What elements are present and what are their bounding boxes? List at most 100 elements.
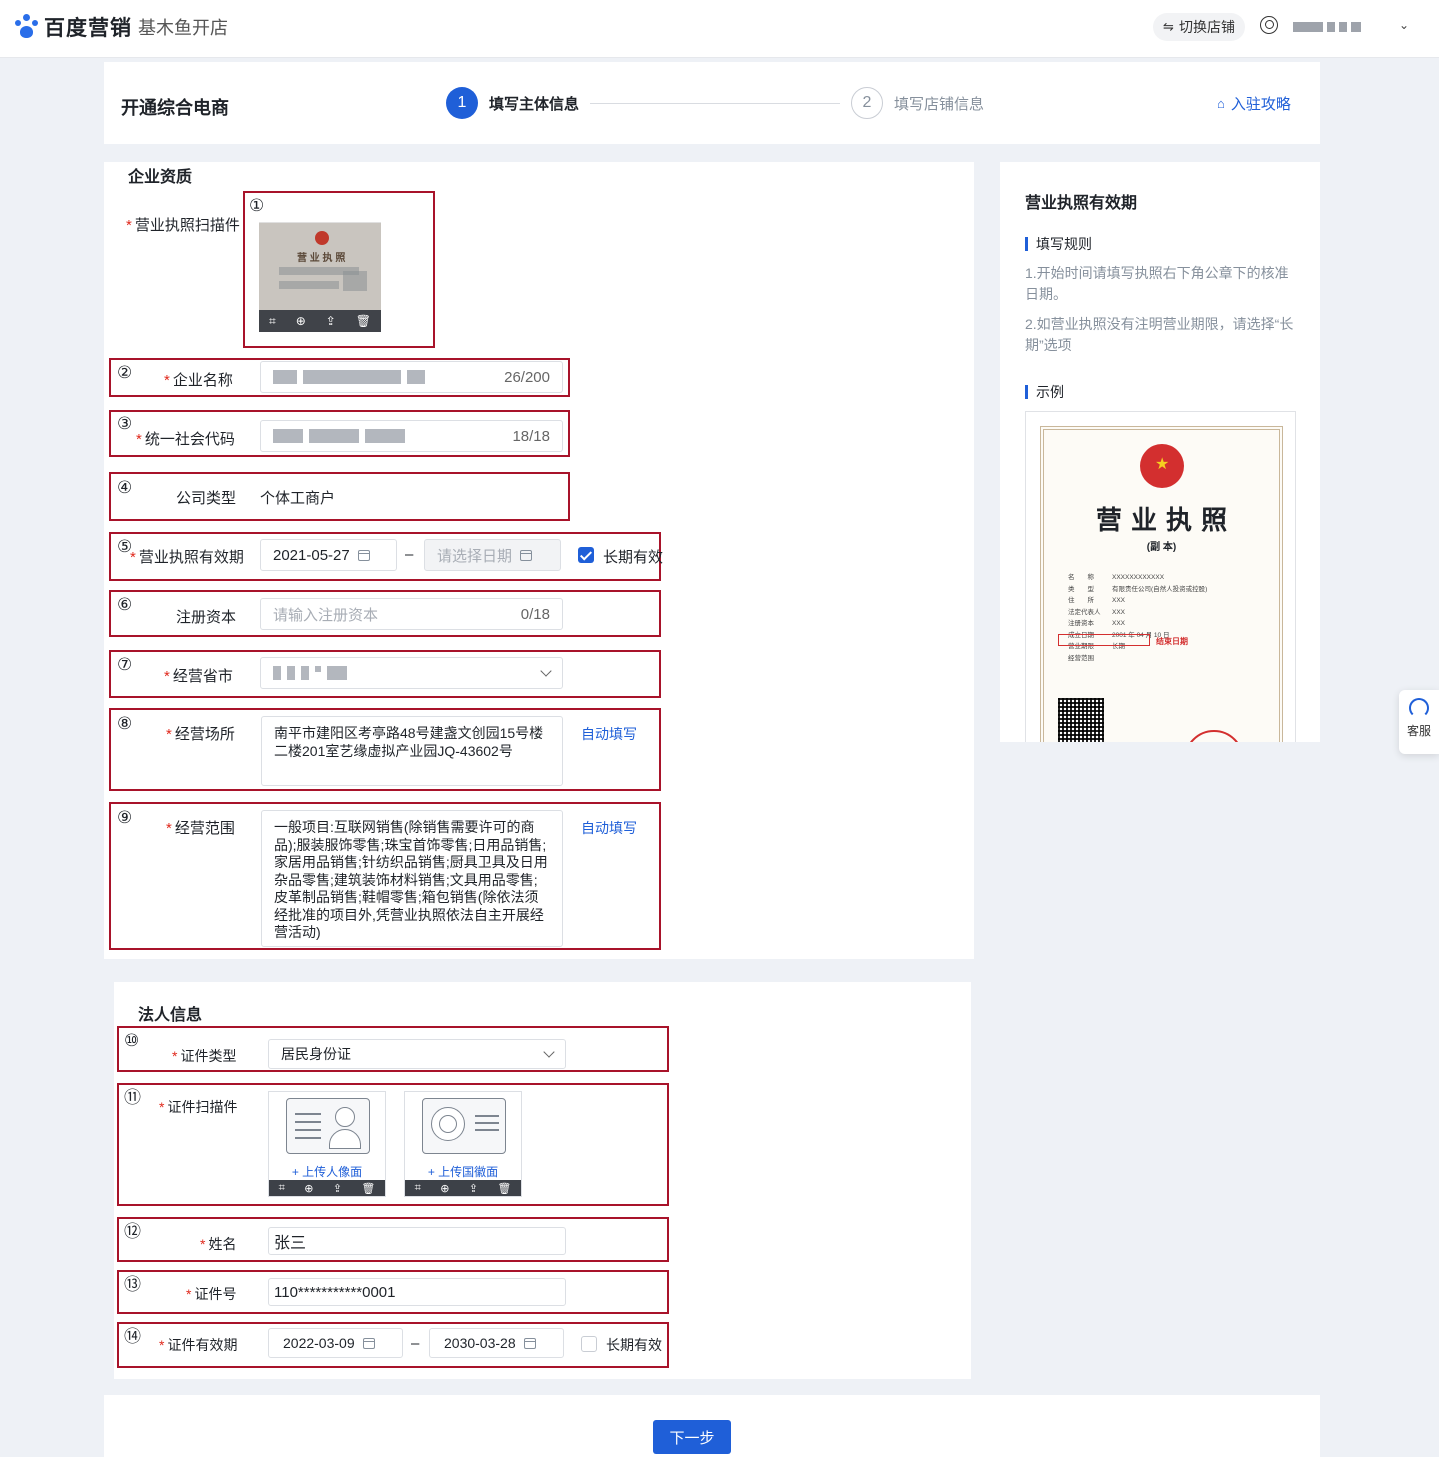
scope-auto-fill-link[interactable]: 自动填写 xyxy=(581,818,637,838)
chevron-down-icon xyxy=(543,1046,555,1058)
national-emblem-icon xyxy=(315,231,329,245)
id-start-date: 2022-03-09 xyxy=(283,1335,355,1351)
license-end-date-input[interactable]: 请选择日期 xyxy=(424,539,561,571)
scope-label: * 经营范围 xyxy=(166,820,235,837)
delete-icon[interactable]: 🗑 xyxy=(361,1182,375,1195)
zoom-in-icon[interactable]: ⊕ xyxy=(304,1182,313,1195)
annotation-number-7: ⑦ xyxy=(117,655,133,674)
province-select[interactable] xyxy=(260,657,563,689)
user-icon[interactable] xyxy=(1260,16,1278,34)
paw-logo-icon xyxy=(14,14,40,40)
scope-textarea[interactable]: 一般项目:互联网销售(除销售需要许可的商品);服装服饰零售;珠宝首饰零售;日用品… xyxy=(261,810,563,947)
guide-title: 营业执照有效期 xyxy=(1025,195,1138,212)
sample-field-key: 经营范围 xyxy=(1068,654,1094,662)
date-separator: – xyxy=(405,546,414,563)
id-back-upload[interactable]: + 上传国徽面 ⌗ ⊕ ⇪ 🗑 xyxy=(404,1091,522,1197)
company-type-value: 个体工商户 xyxy=(260,490,336,507)
id-front-upload[interactable]: + 上传人像面 ⌗ ⊕ ⇪ 🗑 xyxy=(268,1091,386,1197)
customer-service-label: 客服 xyxy=(1406,724,1431,738)
customer-service-button[interactable]: 客服 xyxy=(1399,690,1439,754)
delete-icon[interactable]: 🗑 xyxy=(497,1182,511,1195)
calendar-icon xyxy=(520,549,533,561)
id-number-input[interactable]: 110***********0001 xyxy=(268,1278,566,1306)
sample-field-key: 名 称 xyxy=(1068,574,1094,581)
license-thumbnail[interactable]: 营 业 执 照 ⌗ ⊕ ⇪ 🗑 xyxy=(259,222,381,332)
legal-section-title: 法人信息 xyxy=(138,1007,203,1024)
sample-end-date-note: 结束日期 xyxy=(1156,637,1188,646)
step-2-indicator: 2 xyxy=(851,87,883,119)
calendar-icon xyxy=(523,1337,536,1349)
name-label: * 姓名 xyxy=(200,1236,237,1252)
credit-code-input[interactable]: 18/18 xyxy=(260,420,563,452)
license-start-date-input[interactable]: 2021-05-27 xyxy=(260,539,397,571)
next-step-button[interactable]: 下一步 xyxy=(653,1420,731,1454)
upload-icon[interactable]: ⇪ xyxy=(469,1182,478,1195)
address-auto-fill-link[interactable]: 自动填写 xyxy=(581,724,637,744)
baidu-marketing-logo[interactable]: 百度营销 基木鱼开店 xyxy=(14,12,228,42)
delete-icon[interactable]: 🗑 xyxy=(356,314,371,328)
annotation-number-10: ⑩ xyxy=(124,1031,140,1050)
id-type-label: * 证件类型 xyxy=(172,1048,237,1064)
company-type-label: 公司类型 xyxy=(176,490,237,507)
graduation-cap-icon: ⌂ xyxy=(1217,96,1225,111)
name-input[interactable]: 张三 xyxy=(268,1227,566,1255)
annotation-number-2: ② xyxy=(117,363,133,382)
capital-input[interactable]: 请输入注册资本 0/18 xyxy=(260,598,563,630)
headset-icon xyxy=(1409,698,1429,718)
address-textarea[interactable]: 南平市建阳区考亭路48号建盏文创园15号楼二楼201室艺缘虚拟产业园JQ-436… xyxy=(261,716,563,786)
license-scan-label: * 营业执照扫描件 xyxy=(126,217,240,234)
id-long-term-checkbox[interactable] xyxy=(581,1336,597,1352)
license-sample-image: ★ 营 业 执 照 (副 本) 名 称 XXXXXXXXXXXX 类 型 有限责任公司… xyxy=(1025,411,1296,742)
company-name-input[interactable]: 26/200 xyxy=(260,361,563,393)
license-long-term-checkbox[interactable] xyxy=(578,547,594,563)
example-subtitle: 示例 xyxy=(1025,385,1064,399)
steps-header: 开通综合电商 1 填写主体信息 2 填写店铺信息 ⌂ 入驻攻略 xyxy=(104,62,1320,144)
capital-counter: 0/18 xyxy=(520,605,550,623)
license-validity-label: * 营业执照有效期 xyxy=(130,549,244,566)
license-long-term-label: 长期有效 xyxy=(603,549,664,566)
id-card-emblem-icon xyxy=(422,1098,506,1154)
top-bar: 百度营销 基木鱼开店 ⇋ 切换店铺 ⌄ xyxy=(0,0,1439,58)
entry-guide-link[interactable]: ⌂ 入驻攻略 xyxy=(1217,93,1291,114)
annotation-number-14: ⑭ xyxy=(124,1327,141,1346)
sample-field-value: XXX xyxy=(1112,597,1126,604)
front-toolbar: ⌗ ⊕ ⇪ 🗑 xyxy=(269,1180,385,1196)
upload-back-label: + 上传国徽面 xyxy=(427,1165,499,1179)
chevron-down-icon[interactable]: ⌄ xyxy=(1399,18,1409,32)
id-card-portrait-icon xyxy=(286,1098,370,1154)
sample-field-row: 类 型 有限责任公司(自然人投资或控股) xyxy=(1068,584,1268,596)
id-end-date-input[interactable]: 2030-03-28 xyxy=(429,1328,564,1358)
switch-shop-button[interactable]: ⇋ 切换店铺 xyxy=(1153,13,1245,41)
crop-icon[interactable]: ⌗ xyxy=(269,314,276,329)
sub-brand-name: 基木鱼开店 xyxy=(138,18,228,38)
step-connector xyxy=(590,103,840,104)
sample-field-key: 法定代表人 xyxy=(1068,608,1101,616)
upload-front-label: + 上传人像面 xyxy=(291,1165,363,1179)
zoom-in-icon[interactable]: ⊕ xyxy=(440,1182,449,1195)
crop-icon[interactable]: ⌗ xyxy=(279,1182,285,1195)
company-name-label: * 企业名称 xyxy=(164,372,233,389)
crop-icon[interactable]: ⌗ xyxy=(415,1182,421,1195)
upload-icon[interactable]: ⇪ xyxy=(326,314,336,328)
footer-bar: 下一步 xyxy=(104,1395,1320,1457)
step-1-label: 填写主体信息 xyxy=(489,96,580,113)
annotation-number-11: ⑪ xyxy=(124,1088,141,1107)
upload-icon[interactable]: ⇪ xyxy=(333,1182,342,1195)
sample-field-key: 类 型 xyxy=(1068,585,1094,593)
annotation-number-13: ⑬ xyxy=(124,1275,141,1294)
masked-user-name[interactable] xyxy=(1293,22,1361,32)
credit-code-label: * 统一社会代码 xyxy=(136,431,235,448)
id-date-separator: – xyxy=(411,1335,420,1352)
sample-field-row: 经营范围 xyxy=(1068,653,1268,665)
id-number-label: * 证件号 xyxy=(186,1286,237,1302)
back-toolbar: ⌗ ⊕ ⇪ 🗑 xyxy=(405,1180,521,1196)
masked-company-name xyxy=(273,370,425,384)
province-label: * 经营省市 xyxy=(164,668,233,685)
id-type-select[interactable]: 居民身份证 xyxy=(268,1039,566,1069)
masked-province xyxy=(273,666,347,680)
sample-field-row: 住 所 XXX xyxy=(1068,595,1268,607)
id-start-date-input[interactable]: 2022-03-09 xyxy=(268,1328,403,1358)
annotation-number-8: ⑧ xyxy=(117,714,133,733)
zoom-in-icon[interactable]: ⊕ xyxy=(296,314,306,328)
sample-field-key: 注册资本 xyxy=(1068,620,1094,627)
